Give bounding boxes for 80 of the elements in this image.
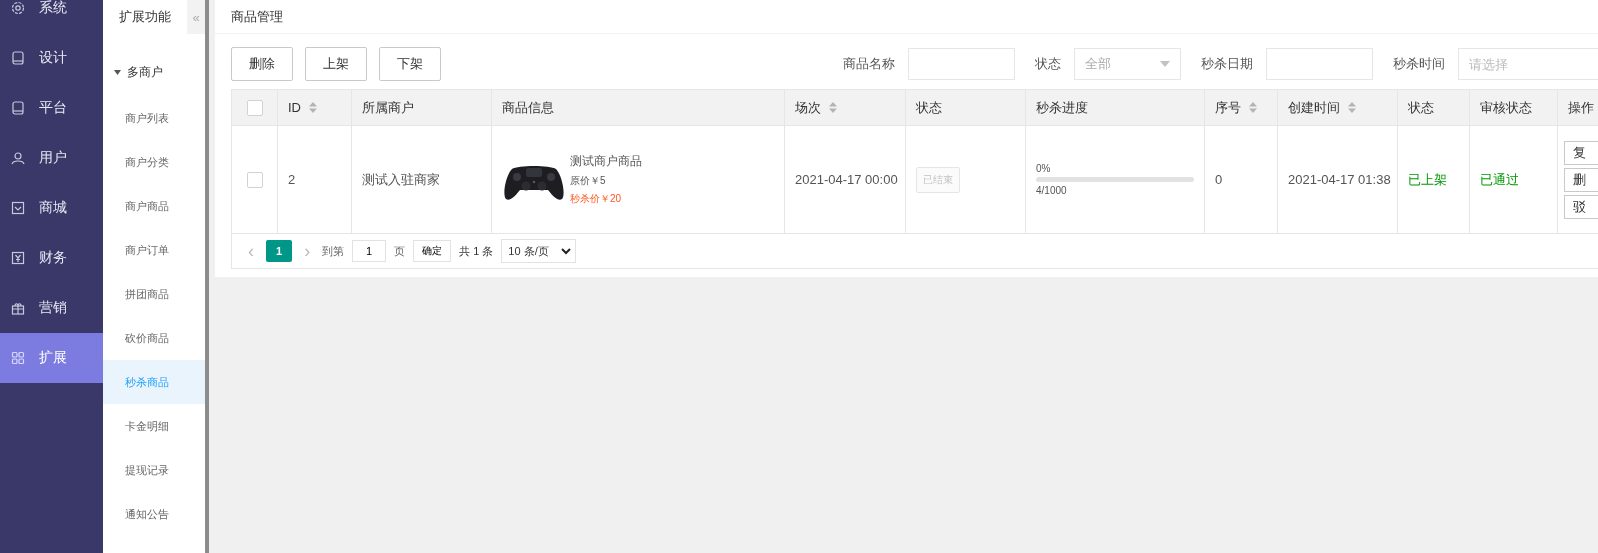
table-cell: 2021-04-17 01:38 bbox=[1278, 126, 1398, 234]
table-cell: 2021-04-17 00:00 bbox=[785, 126, 906, 234]
filter-label: 商品名称 bbox=[843, 55, 895, 73]
tablet-icon bbox=[11, 51, 25, 65]
action-button[interactable]: 删除 bbox=[231, 47, 293, 81]
nav-item[interactable]: 营销 bbox=[0, 283, 103, 333]
flash-price: 秒杀价￥20 bbox=[570, 192, 623, 206]
column-header[interactable]: 场次 bbox=[785, 89, 906, 126]
submenu-item[interactable]: 拼团商品 bbox=[103, 272, 205, 316]
page-input[interactable]: 1 bbox=[352, 240, 387, 262]
action-button[interactable]: 上架 bbox=[305, 47, 367, 81]
gift-icon bbox=[11, 301, 25, 315]
column-header: 商品信息 bbox=[492, 89, 785, 126]
sort-icon bbox=[309, 102, 317, 113]
nav-item[interactable]: 财务 bbox=[0, 233, 103, 283]
page-size-select[interactable]: 10 条/页 bbox=[501, 239, 576, 263]
progress-percent: 0% bbox=[1036, 163, 1052, 174]
submenu-item[interactable]: 商户商品 bbox=[103, 184, 205, 228]
goto-label: 到第 bbox=[322, 243, 345, 259]
submenu-item[interactable]: 商户列表 bbox=[103, 96, 205, 140]
row-action-button[interactable]: 驳 bbox=[1564, 194, 1598, 219]
nav-item[interactable]: 扩展 bbox=[0, 333, 103, 383]
table-cell: 2 bbox=[278, 126, 352, 234]
submenu-item[interactable]: 砍价商品 bbox=[103, 316, 205, 360]
submenu-item[interactable]: 提现记录 bbox=[103, 448, 205, 492]
submenu-title: 扩展功能 bbox=[118, 8, 172, 26]
submenu-item[interactable]: 卡金明细 bbox=[103, 404, 205, 448]
column-header: 秒杀进度 bbox=[1026, 89, 1205, 126]
grid-icon bbox=[11, 351, 25, 365]
progress-count: 4/1000 bbox=[1036, 185, 1068, 196]
envelope-icon bbox=[11, 201, 25, 215]
nav-item[interactable]: 设计 bbox=[0, 33, 103, 83]
nav-item[interactable]: 系统 bbox=[0, 0, 103, 33]
gear-icon bbox=[11, 1, 25, 15]
input-field[interactable] bbox=[908, 48, 1015, 80]
original-price: 原价￥5 bbox=[570, 174, 607, 188]
column-header: 审核状态 bbox=[1470, 89, 1558, 126]
submenu-item[interactable]: 商户订单 bbox=[103, 228, 205, 272]
sort-icon bbox=[829, 102, 837, 113]
checkbox[interactable] bbox=[246, 171, 263, 188]
input-field[interactable] bbox=[1266, 48, 1373, 80]
table-cell: 测试入驻商家 bbox=[352, 126, 492, 234]
table-cell: 0 bbox=[1205, 126, 1278, 234]
row-action-button[interactable]: 复 bbox=[1564, 140, 1598, 165]
filter-label: 秒杀日期 bbox=[1201, 55, 1253, 73]
tablet-icon bbox=[11, 101, 25, 115]
column-header: 状态 bbox=[1398, 89, 1470, 126]
page-button[interactable]: 1 bbox=[266, 240, 293, 262]
column-header[interactable]: 序号 bbox=[1205, 89, 1278, 126]
user-icon bbox=[11, 151, 25, 165]
review-status: 已通过 bbox=[1480, 170, 1519, 189]
chevron-down-icon bbox=[560, 247, 571, 255]
menu-group[interactable]: 多商户 bbox=[103, 48, 205, 96]
nav-item[interactable]: 用户 bbox=[0, 133, 103, 183]
total-count: 共 1 条 bbox=[459, 243, 494, 259]
column-header: 状态 bbox=[906, 89, 1026, 126]
panel-title: 商品管理 bbox=[215, 0, 1598, 34]
sort-icon bbox=[1348, 102, 1356, 113]
sort-icon bbox=[1249, 102, 1257, 113]
column-header: 操作 bbox=[1558, 89, 1598, 126]
submenu-item[interactable]: 通知公告 bbox=[103, 492, 205, 536]
filter-label: 秒杀时间 bbox=[1393, 55, 1445, 73]
page-unit: 页 bbox=[394, 243, 406, 259]
caret-icon bbox=[1160, 61, 1170, 67]
column-header[interactable]: 创建时间 bbox=[1278, 89, 1398, 126]
filter-label: 状态 bbox=[1035, 55, 1061, 73]
action-button[interactable]: 下架 bbox=[379, 47, 441, 81]
shelf-status: 已上架 bbox=[1408, 170, 1447, 189]
caret-icon bbox=[114, 69, 121, 75]
column-header[interactable]: ID bbox=[278, 89, 352, 126]
nav-item[interactable]: 商城 bbox=[0, 183, 103, 233]
confirm-button[interactable]: 确定 bbox=[413, 240, 452, 262]
column-header: 所属商户 bbox=[352, 89, 492, 126]
product-name: 测试商户商品 bbox=[570, 153, 642, 170]
yen-box-icon bbox=[11, 251, 25, 265]
row-action-button[interactable]: 删 bbox=[1564, 167, 1598, 192]
checkbox[interactable] bbox=[246, 99, 263, 116]
nav-item[interactable]: 平台 bbox=[0, 83, 103, 133]
submenu-item[interactable]: 商户分类 bbox=[103, 140, 205, 184]
input-field[interactable]: 请选择 bbox=[1458, 48, 1598, 80]
